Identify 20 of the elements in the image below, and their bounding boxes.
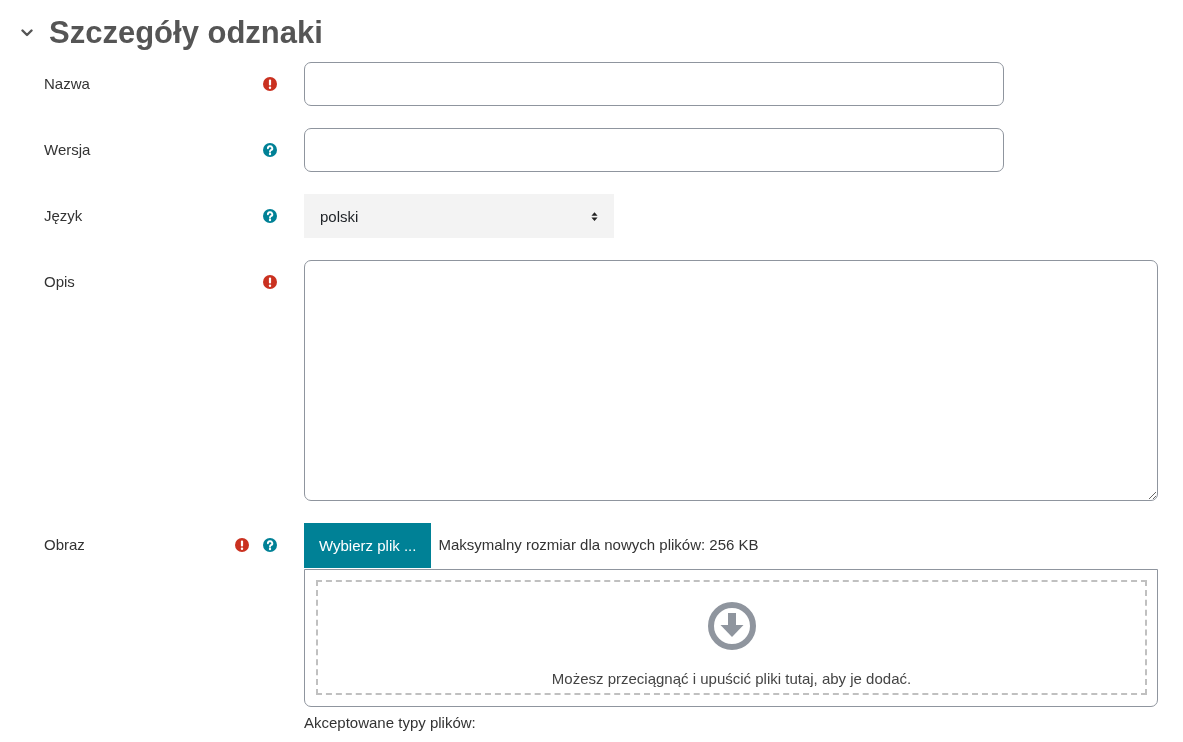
field-label: Wersja — [44, 140, 92, 160]
language-dropdown[interactable]: polski — [304, 194, 614, 238]
help-icon[interactable] — [263, 538, 277, 552]
help-icon[interactable] — [263, 209, 277, 223]
choose-file-button[interactable]: Wybierz plik ... — [304, 523, 432, 568]
text-area-field[interactable] — [304, 260, 1158, 501]
field-label: Obraz — [44, 535, 86, 555]
max-size-note: Maksymalny rozmiar dla nowych plików: 256 KB — [438, 536, 759, 553]
drop-zone-text: Możesz przeciągnąć i upuścić pliki tutaj, aby je dodać. — [551, 669, 912, 689]
drop-zone[interactable]: Możesz przeciągnąć i upuścić pliki tutaj, aby je dodać. — [316, 580, 1147, 695]
field-label: Język — [44, 206, 84, 226]
chevron-icon[interactable] — [21, 29, 33, 37]
help-icon[interactable] — [263, 143, 277, 157]
caret-icon — [591, 210, 598, 222]
text-input-field[interactable] — [304, 128, 1004, 172]
section-heading: Szczegóły odznaki — [49, 14, 323, 52]
text-input-field[interactable] — [304, 62, 1004, 106]
field-label: Opis — [44, 272, 76, 292]
field-label: Nazwa — [44, 74, 91, 94]
accepted-types-label: Akceptowane typy plików: — [304, 713, 477, 733]
